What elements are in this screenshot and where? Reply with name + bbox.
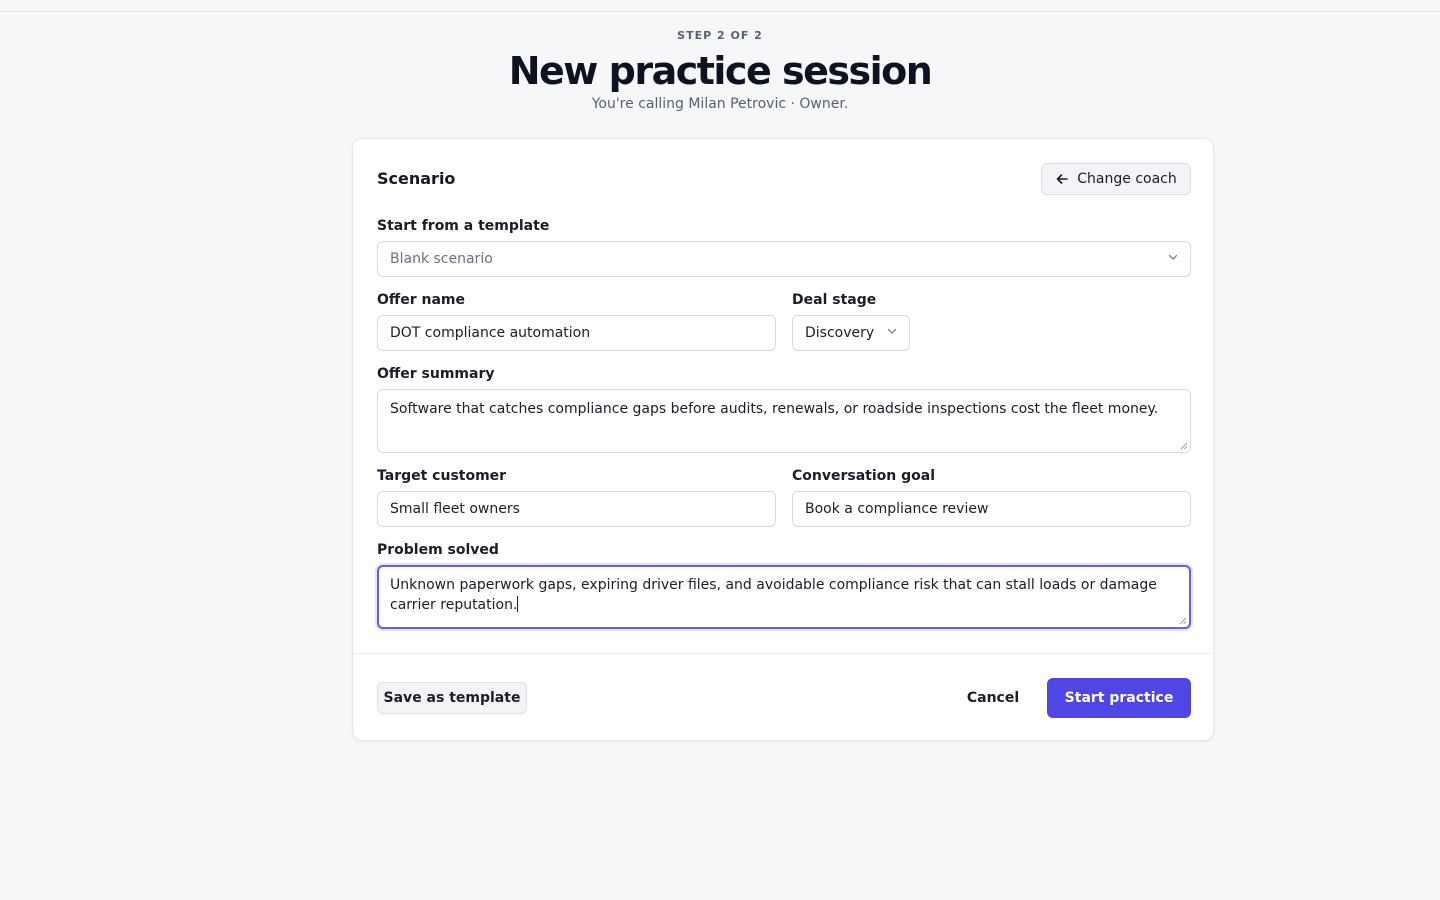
start-practice-button[interactable]: Start practice — [1047, 678, 1191, 718]
offer-name-value: DOT compliance automation — [390, 325, 591, 341]
change-coach-button[interactable]: Change coach — [1041, 163, 1191, 195]
chevron-down-icon — [1168, 254, 1178, 260]
change-coach-label: Change coach — [1077, 171, 1177, 187]
conversation-goal-input[interactable]: Book a compliance review — [792, 491, 1191, 527]
target-customer-label: Target customer — [377, 468, 507, 484]
start-practice-label: Start practice — [1064, 690, 1174, 706]
deal-stage-select[interactable]: Discovery — [792, 315, 910, 351]
offer-name-input[interactable]: DOT compliance automation — [377, 315, 776, 351]
scenario-card: Scenario Change coach Start from a templ… — [352, 138, 1214, 741]
problem-solved-value: Unknown paperwork gaps, expiring driver … — [390, 577, 1157, 613]
cancel-button[interactable]: Cancel — [953, 678, 1033, 718]
chevron-down-icon — [887, 328, 897, 334]
problem-solved-textarea[interactable]: Unknown paperwork gaps, expiring driver … — [377, 565, 1191, 629]
arrow-left-icon — [1056, 174, 1069, 184]
problem-solved-label: Problem solved — [377, 542, 499, 558]
deal-stage-label: Deal stage — [792, 292, 877, 308]
offer-summary-label: Offer summary — [377, 366, 495, 382]
offer-summary-value: Software that catches compliance gaps be… — [390, 401, 1159, 417]
step-indicator: STEP 2 OF 2 — [677, 29, 763, 42]
template-select-value: Blank scenario — [390, 251, 493, 267]
offer-name-label: Offer name — [377, 292, 466, 308]
conversation-goal-value: Book a compliance review — [805, 501, 989, 517]
offer-summary-textarea[interactable]: Software that catches compliance gaps be… — [377, 389, 1191, 453]
deal-stage-value: Discovery — [805, 325, 875, 341]
target-customer-value: Small fleet owners — [390, 501, 520, 517]
save-as-template-label: Save as template — [383, 690, 521, 706]
footer-divider — [353, 653, 1213, 654]
resize-handle-icon[interactable] — [1179, 617, 1187, 625]
template-select[interactable]: Blank scenario — [377, 241, 1191, 277]
cancel-label: Cancel — [966, 690, 1020, 706]
text-caret — [517, 596, 519, 612]
resize-handle-icon[interactable] — [1180, 442, 1188, 450]
top-divider — [0, 11, 1440, 12]
target-customer-input[interactable]: Small fleet owners — [377, 491, 776, 527]
template-label: Start from a template — [377, 218, 550, 234]
conversation-goal-label: Conversation goal — [792, 468, 936, 484]
page-title: New practice session — [508, 49, 933, 93]
page-subtitle: You're calling Milan Petrovic · Owner. — [591, 96, 849, 112]
page-header: STEP 2 OF 2 New practice session You're … — [0, 29, 1440, 113]
card-title: Scenario — [377, 169, 456, 188]
save-as-template-button[interactable]: Save as template — [377, 682, 527, 714]
